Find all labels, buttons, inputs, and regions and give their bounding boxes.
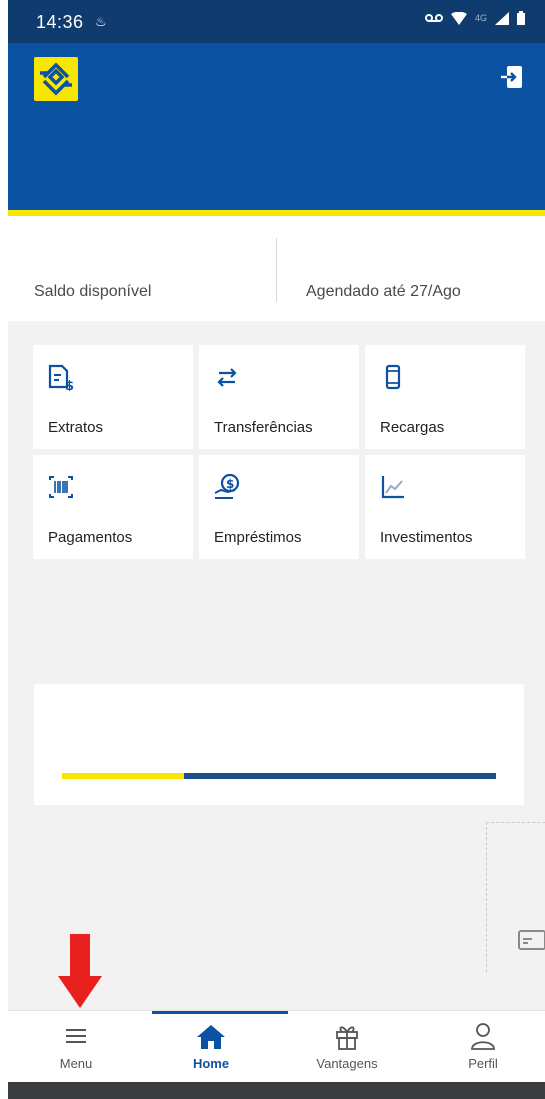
nav-vantagens[interactable]: Vantagens [292,1021,402,1071]
svg-text:$: $ [65,379,74,391]
red-arrow-icon [58,934,102,1008]
app-header [8,43,545,210]
wifi-icon [450,11,467,25]
signal-icon [495,11,509,25]
status-bar: 14:36 ♨ 4G [8,0,545,43]
tile-label: Pagamentos [48,529,133,546]
battery-icon [517,11,525,25]
statement-icon: $ [48,364,74,391]
tile-label: Empréstimos [214,529,302,546]
logout-icon[interactable] [501,65,523,89]
gift-icon [336,1026,358,1050]
bottom-navigation: Menu Home Vantagens Perfil [8,1010,545,1082]
nav-menu[interactable]: Menu [21,1021,131,1071]
menu-icon [66,1029,86,1043]
tile-label: Investimentos [380,529,473,546]
home-icon [197,1025,225,1049]
available-balance-label: Saldo disponível [34,283,152,300]
transfer-icon [217,368,237,387]
banner-progress-blue [184,773,496,779]
tile-pagamentos[interactable]: Pagamentos [33,455,193,559]
tile-label: Extratos [48,419,104,436]
loan-icon: $ [214,473,240,499]
nav-label: Home [192,1056,230,1071]
tile-emprestimos[interactable]: $ Empréstimos [199,455,359,559]
tile-transferencias[interactable]: Transferências [199,345,359,449]
voicemail-icon [424,14,443,22]
svg-text:$: $ [226,477,234,491]
tile-investimentos[interactable]: Investimentos [365,455,525,559]
tile-label: Recargas [380,419,445,436]
nav-label: Menu [59,1056,93,1071]
banner-progress-yellow [62,773,184,779]
balance-panel[interactable]: Saldo disponível Agendado até 27/Ago [8,216,545,321]
tile-recargas[interactable]: Recargas [365,345,525,449]
tile-extratos[interactable]: $ Extratos [33,345,193,449]
barcode-icon [49,476,73,498]
status-time: 14:36 [36,12,84,32]
nav-perfil[interactable]: Perfil [428,1021,538,1071]
tile-label: Transferências [214,419,313,436]
screen-edge [0,0,8,1099]
status-icons: 4G [424,11,525,25]
nav-label: Perfil [468,1056,498,1071]
network-type: 4G [474,13,487,23]
system-navigation-bar [0,1082,545,1099]
nav-home[interactable]: Home [156,1021,266,1071]
scheduled-label: Agendado até 27/Ago [306,283,461,300]
bank-logo-icon [34,57,78,101]
card-icon [518,930,545,950]
balance-divider [276,238,277,302]
active-tab-indicator [152,1011,288,1014]
user-icon [471,1023,495,1050]
promo-banner[interactable] [34,684,524,805]
notification-icon: ♨ [95,14,107,29]
nav-label: Vantagens [316,1056,378,1071]
phone-icon [385,364,401,390]
chart-icon [381,476,404,499]
